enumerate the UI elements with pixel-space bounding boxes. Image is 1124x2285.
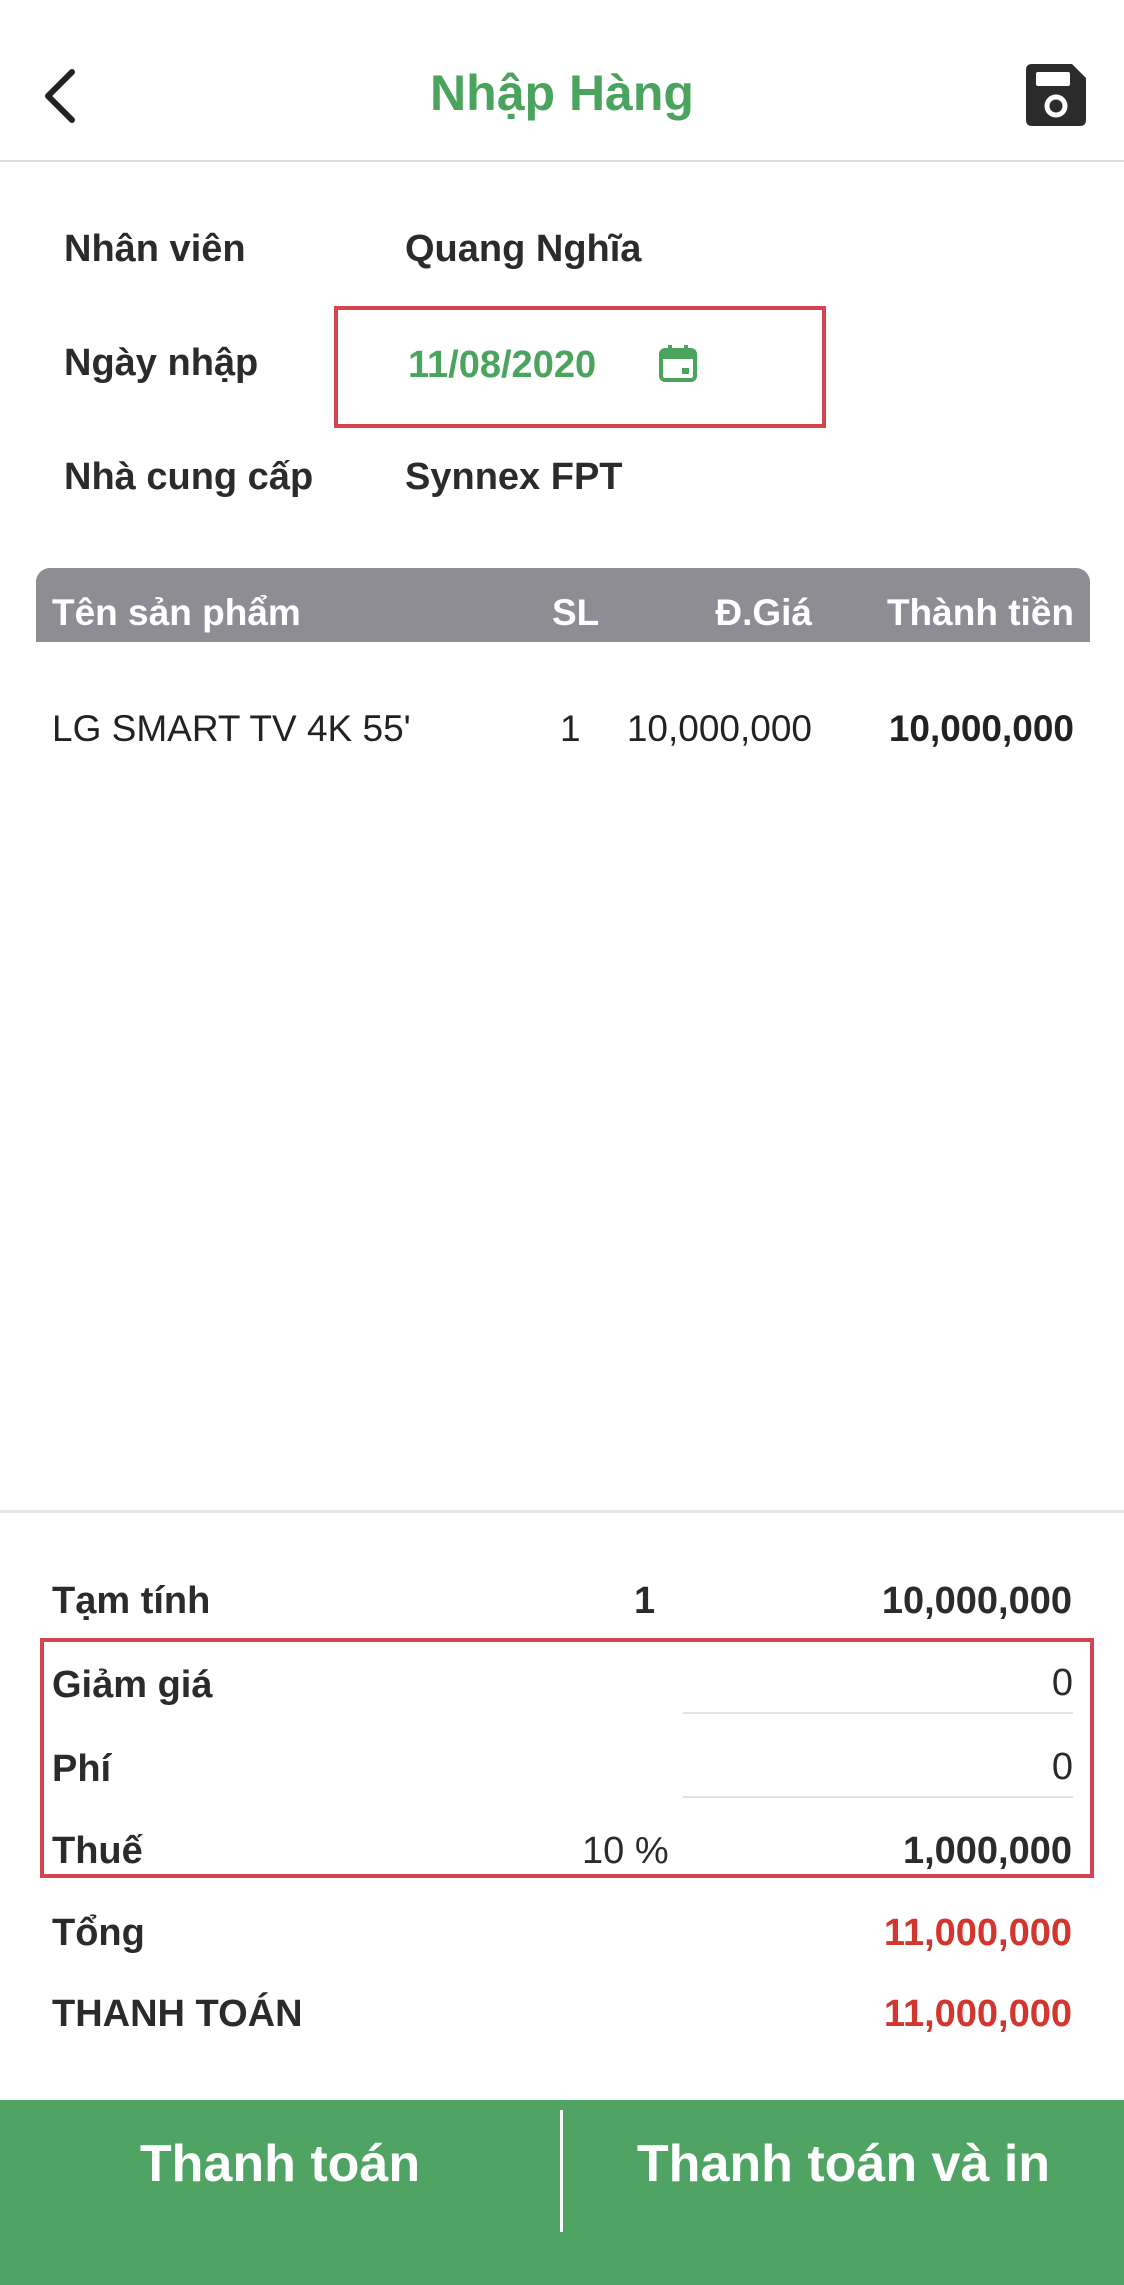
payment-value: 11,000,000 bbox=[883, 1993, 1072, 2035]
tax-rate[interactable]: 10 % bbox=[582, 1830, 669, 1873]
column-header-total: Thành tiền bbox=[886, 592, 1074, 633]
table-row[interactable]: LG SMART TV 4K 55' 1 10,000,000 10,000,0… bbox=[36, 700, 1090, 760]
row-qty: 1 bbox=[560, 708, 581, 749]
column-header-qty: SL bbox=[552, 592, 600, 633]
save-button[interactable] bbox=[1024, 62, 1088, 128]
total-label: Tổng bbox=[52, 1912, 145, 1954]
floppy-disk-icon bbox=[1026, 64, 1086, 126]
page-title: Nhập Hàng bbox=[430, 65, 694, 121]
column-header-product: Tên sản phẩm bbox=[52, 592, 301, 633]
fee-label: Phí bbox=[52, 1748, 112, 1790]
row-price: 10,000,000 bbox=[626, 708, 812, 749]
header-bar: Nhập Hàng bbox=[0, 0, 1124, 162]
row-total: 10,000,000 bbox=[888, 708, 1074, 749]
fee-input[interactable]: 0 bbox=[683, 1742, 1073, 1798]
calendar-icon bbox=[659, 345, 697, 382]
subtotal-qty: 1 bbox=[634, 1580, 656, 1622]
date-value: 11/08/2020 bbox=[408, 344, 597, 386]
summary-divider bbox=[0, 1510, 1124, 1513]
supplier-label: Nhà cung cấp bbox=[64, 456, 314, 498]
subtotal-label: Tạm tính bbox=[52, 1580, 211, 1622]
date-picker[interactable]: 11/08/2020 bbox=[334, 306, 826, 428]
employee-value: Quang Nghĩa bbox=[405, 228, 642, 270]
subtotal-value: 10,000,000 bbox=[881, 1580, 1072, 1622]
column-header-price: Đ.Giá bbox=[715, 592, 812, 633]
discount-input[interactable]: 0 bbox=[683, 1658, 1073, 1714]
employee-label: Nhân viên bbox=[64, 228, 246, 270]
purchase-screen: Nhập Hàng Nhân viên Quang Nghĩa Ngày nhậ… bbox=[0, 0, 1124, 2285]
row-product-name: LG SMART TV 4K 55' bbox=[52, 708, 411, 749]
pay-and-print-button[interactable]: Thanh toán và in bbox=[563, 2100, 1124, 2228]
payment-label: THANH TOÁN bbox=[52, 1993, 303, 2035]
tax-value: 1,000,000 bbox=[902, 1830, 1072, 1872]
total-value: 11,000,000 bbox=[883, 1912, 1072, 1954]
table-header: Tên sản phẩm SL Đ.Giá Thành tiền bbox=[36, 568, 1090, 642]
supplier-value: Synnex FPT bbox=[405, 456, 623, 498]
pay-button[interactable]: Thanh toán bbox=[0, 2100, 560, 2228]
tax-label: Thuế bbox=[52, 1830, 143, 1872]
footer-bar: Thanh toán Thanh toán và in bbox=[0, 2100, 1124, 2285]
date-label: Ngày nhập bbox=[64, 342, 259, 384]
discount-label: Giảm giá bbox=[52, 1664, 213, 1706]
